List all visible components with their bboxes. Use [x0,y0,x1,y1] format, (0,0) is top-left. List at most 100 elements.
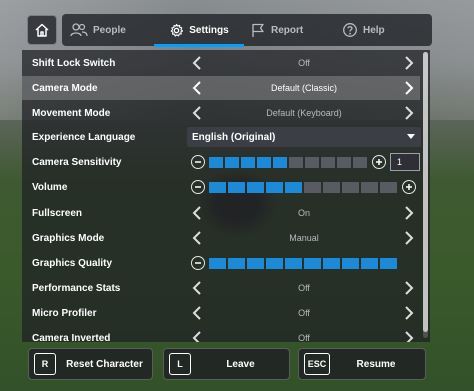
plus-icon[interactable] [402,180,416,194]
gear-icon [169,23,184,38]
minus-icon[interactable] [191,155,205,169]
chevron-right-icon[interactable] [400,204,418,222]
tab-people[interactable]: People [70,14,150,46]
chevron-left-icon[interactable] [188,229,206,247]
chevron-right-icon[interactable] [400,229,418,247]
slider-segment[interactable] [361,182,378,193]
chevron-right-icon[interactable] [400,79,418,97]
tab-help-label: Help [363,24,385,36]
setting-label: Camera Mode [32,82,98,94]
active-tab-indicator [154,44,244,47]
setting-row-shift-lock: Shift Lock Switch Off [22,51,420,75]
slider-segment[interactable] [304,182,321,193]
reset-character-button[interactable]: R Reset Character [28,348,153,380]
slider-segment[interactable] [337,157,351,168]
setting-value: Default (Keyboard) [266,108,342,118]
slider-segment[interactable] [285,258,302,269]
scrollbar-thumb[interactable] [423,52,428,332]
minus-icon[interactable] [191,180,205,194]
minus-icon[interactable] [191,256,205,270]
volume-slider[interactable] [209,182,399,193]
slider-segment[interactable] [241,157,255,168]
setting-value: Default (Classic) [270,83,337,93]
setting-row-movement-mode: Movement Mode Default (Keyboard) [22,101,420,125]
chevron-left-icon[interactable] [188,204,206,222]
slider-segment[interactable] [247,258,264,269]
tab-settings[interactable]: Settings [154,14,244,47]
chevron-right-icon[interactable] [400,104,418,122]
chevron-left-icon[interactable] [188,279,206,297]
slider-segment[interactable] [323,258,340,269]
setting-value: On [297,208,310,218]
tab-report-label: Report [271,24,304,36]
top-navigation: People Settings Report Help [0,0,474,50]
chevron-left-icon[interactable] [188,79,206,97]
chevron-left-icon[interactable] [188,329,206,342]
setting-value: Off [298,333,310,342]
slider-segment[interactable] [305,157,319,168]
slider-segment[interactable] [380,258,397,269]
tab-people-label: People [93,24,126,36]
slider-segment[interactable] [361,258,378,269]
chevron-right-icon[interactable] [400,329,418,342]
people-icon [70,22,88,38]
setting-label: Graphics Mode [32,232,105,244]
chevron-right-icon[interactable] [400,279,418,297]
resume-button[interactable]: ESC Resume [298,348,426,380]
slider-segment[interactable] [228,258,245,269]
leave-button[interactable]: L Leave [163,348,290,380]
slider-segment[interactable] [228,182,245,193]
setting-label: Movement Mode [32,107,111,119]
caret-down-icon [407,134,415,139]
slider-segment[interactable] [209,182,226,193]
setting-label: Experience Language [32,131,136,143]
sensitivity-slider[interactable] [209,157,369,168]
slider-segment[interactable] [353,157,367,168]
tab-help[interactable]: Help [342,14,402,46]
help-icon [342,22,358,38]
setting-label: Performance Stats [32,282,121,294]
setting-label: Micro Profiler [32,307,97,319]
slider-segment[interactable] [380,182,397,193]
setting-row-camera-sensitivity: Camera Sensitivity 1 [22,150,420,174]
settings-panel: Shift Lock Switch Off Camera Mode Defaul… [22,50,430,342]
slider-segment[interactable] [209,157,223,168]
setting-row-graphics-mode: Graphics Mode Manual [22,226,420,250]
slider-segment[interactable] [304,258,321,269]
chevron-left-icon[interactable] [188,104,206,122]
setting-value: Manual [289,233,319,243]
slider-segment[interactable] [266,182,283,193]
sensitivity-input[interactable]: 1 [390,153,420,171]
language-dropdown[interactable]: English (Original) [187,127,421,147]
plus-icon[interactable] [372,155,386,169]
slider-segment[interactable] [321,157,335,168]
setting-value: Off [298,308,310,318]
graphics-quality-slider[interactable] [209,258,399,269]
tab-bar: People Settings Report Help [62,14,432,47]
slider-segment[interactable] [285,182,302,193]
home-button[interactable] [27,15,57,45]
setting-label: Shift Lock Switch [32,57,116,69]
keycap-l: L [169,353,191,375]
slider-segment[interactable] [225,157,239,168]
chevron-right-icon[interactable] [400,54,418,72]
setting-row-language: Experience Language English (Original) [22,125,421,149]
chevron-left-icon[interactable] [188,54,206,72]
setting-row-camera-inverted: Camera Inverted Off [22,326,420,342]
slider-segment[interactable] [323,182,340,193]
slider-segment[interactable] [209,258,226,269]
chevron-right-icon[interactable] [400,304,418,322]
slider-segment[interactable] [266,258,283,269]
slider-segment[interactable] [273,157,287,168]
slider-segment[interactable] [289,157,303,168]
slider-segment[interactable] [257,157,271,168]
settings-scrollbar[interactable] [423,52,428,338]
setting-row-micro-profiler: Micro Profiler Off [22,301,420,325]
resume-label: Resume [356,358,396,370]
slider-segment[interactable] [342,258,359,269]
tab-settings-label: Settings [189,24,229,36]
chevron-left-icon[interactable] [188,304,206,322]
slider-segment[interactable] [342,182,359,193]
slider-segment[interactable] [247,182,264,193]
tab-report[interactable]: Report [250,14,320,46]
